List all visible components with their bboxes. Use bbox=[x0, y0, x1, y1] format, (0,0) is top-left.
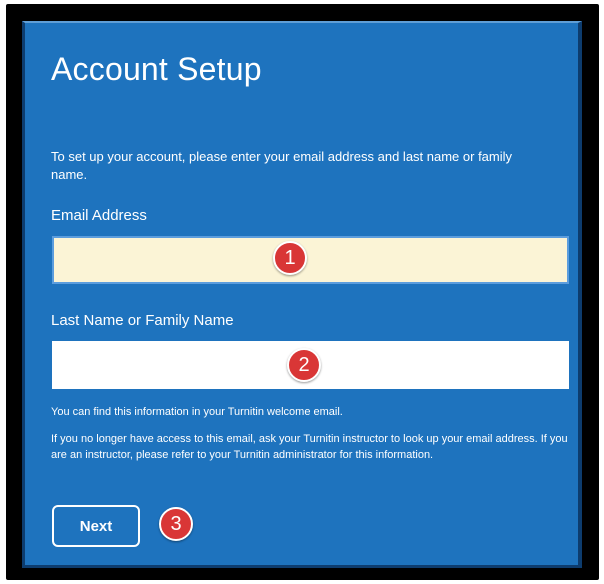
no-access-note: If you no longer have access to this ema… bbox=[51, 433, 568, 461]
last-name-label: Last Name or Family Name bbox=[51, 312, 234, 329]
next-button[interactable]: Next bbox=[52, 505, 140, 547]
email-label: Email Address bbox=[51, 207, 147, 224]
account-setup-panel: Account Setup To set up your account, pl… bbox=[22, 21, 582, 568]
welcome-email-note: You can find this information in your Tu… bbox=[51, 406, 343, 418]
step-marker-1: 1 bbox=[273, 241, 307, 275]
email-field[interactable] bbox=[52, 236, 569, 284]
intro-text: To set up your account, please enter you… bbox=[51, 149, 513, 182]
step-marker-2: 2 bbox=[287, 348, 321, 382]
step-marker-3: 3 bbox=[159, 507, 193, 541]
page-title: Account Setup bbox=[51, 51, 262, 87]
